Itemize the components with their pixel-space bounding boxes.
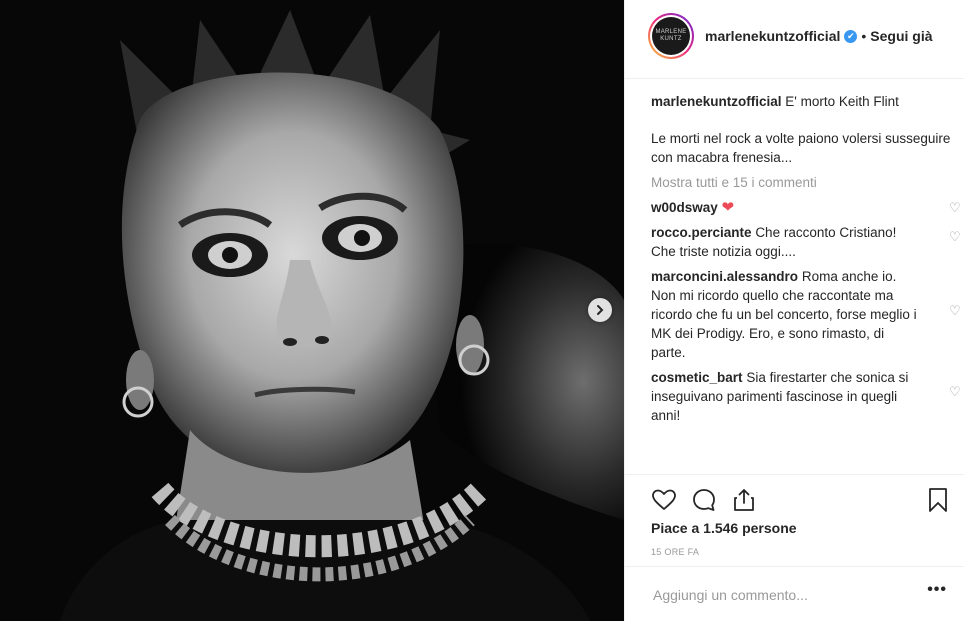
comments-list: marlenekuntzofficial E' morto Keith Flin… bbox=[651, 92, 961, 425]
add-comment-input[interactable] bbox=[651, 586, 905, 604]
avatar-story-ring[interactable]: MARLENE KUNTZ bbox=[648, 13, 694, 59]
verified-badge-icon: ✔ bbox=[844, 29, 858, 43]
caption-author[interactable]: marlenekuntzofficial bbox=[651, 94, 782, 109]
red-heart-emoji: ❤ bbox=[721, 199, 735, 216]
post-header: MARLENE KUNTZ marlenekuntzofficial ✔ • S… bbox=[625, 0, 964, 79]
instagram-post-view: MARLENE KUNTZ marlenekuntzofficial ✔ • S… bbox=[0, 0, 964, 621]
comment-item: rocco.perciante Che racconto Cristiano! … bbox=[651, 223, 961, 261]
comment-like-heart-icon[interactable]: ♡ bbox=[949, 230, 961, 243]
likes-count[interactable]: Piace a 1.546 persone bbox=[651, 520, 797, 536]
post-caption: marlenekuntzofficial E' morto Keith Flin… bbox=[651, 92, 951, 167]
chevron-right-icon bbox=[597, 305, 604, 315]
action-icons bbox=[651, 487, 757, 513]
comment-like-heart-icon[interactable]: ♡ bbox=[949, 304, 961, 317]
post-side-panel: MARLENE KUNTZ marlenekuntzofficial ✔ • S… bbox=[624, 0, 964, 621]
comment-like-heart-icon[interactable]: ♡ bbox=[949, 201, 961, 214]
comment-author[interactable]: w00dsway bbox=[651, 200, 718, 215]
share-upload-icon[interactable] bbox=[731, 487, 757, 513]
more-options-button[interactable]: ••• bbox=[927, 581, 947, 599]
caption-title: E' morto Keith Flint bbox=[785, 94, 899, 109]
post-timestamp[interactable]: 15 ORE FA bbox=[651, 547, 699, 557]
comment-item: w00dsway ❤ ♡ bbox=[651, 198, 961, 217]
comment-item: cosmetic_bart Sia firestarter che sonica… bbox=[651, 368, 961, 425]
show-all-comments-link[interactable]: Mostra tutti e 15 i commenti bbox=[651, 173, 951, 192]
avatar: MARLENE KUNTZ bbox=[652, 17, 690, 55]
caption-body: Le morti nel rock a volte paiono volersi… bbox=[651, 131, 951, 165]
comment-author[interactable]: marconcini.alessandro bbox=[651, 269, 798, 284]
comment-bubble-icon[interactable] bbox=[691, 487, 717, 513]
post-photo bbox=[0, 0, 624, 621]
separator-dot: • bbox=[861, 28, 867, 44]
post-actions: Piace a 1.546 persone 15 ORE FA bbox=[625, 474, 964, 557]
header-user-line: marlenekuntzofficial ✔ • Segui già bbox=[705, 28, 933, 44]
username-link[interactable]: marlenekuntzofficial bbox=[705, 28, 840, 44]
add-comment-bar: ••• bbox=[625, 566, 964, 622]
comment-like-heart-icon[interactable]: ♡ bbox=[949, 385, 961, 398]
comment-author[interactable]: cosmetic_bart bbox=[651, 370, 743, 385]
following-button[interactable]: Segui già bbox=[870, 28, 932, 44]
next-image-button[interactable] bbox=[588, 298, 612, 322]
bookmark-icon[interactable] bbox=[925, 487, 951, 513]
comment-author[interactable]: rocco.perciante bbox=[651, 225, 752, 240]
heart-outline-icon[interactable] bbox=[651, 487, 677, 513]
post-media bbox=[0, 0, 624, 621]
comment-item: marconcini.alessandro Roma anche io. Non… bbox=[651, 267, 961, 362]
